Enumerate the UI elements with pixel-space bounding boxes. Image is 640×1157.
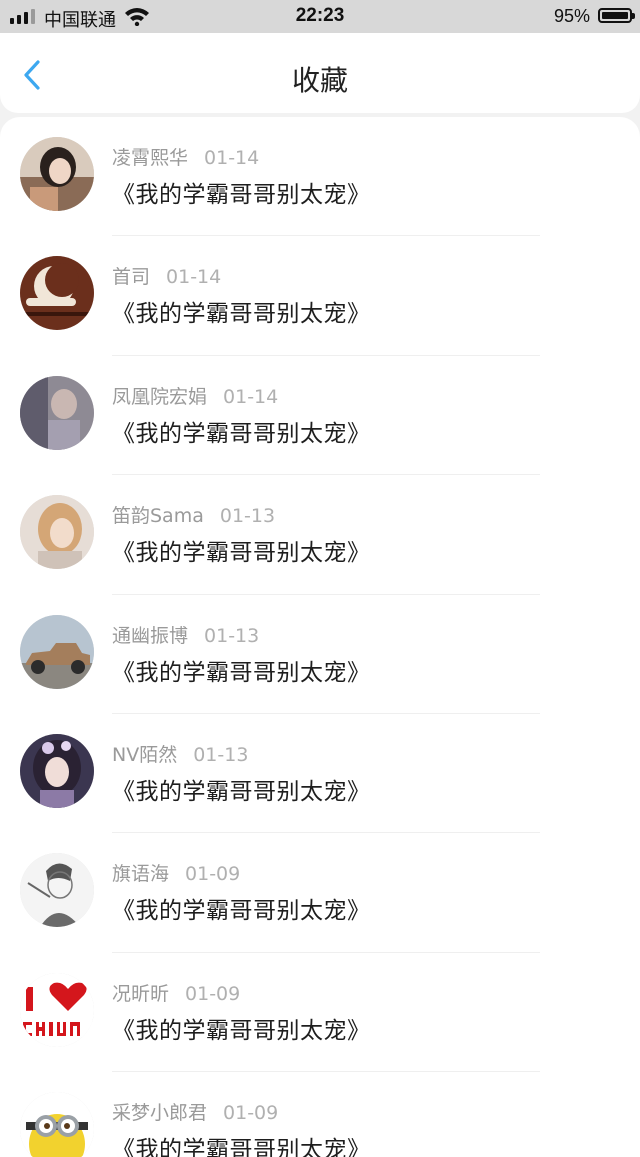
- anime-girl-avatar-icon: [20, 733, 94, 808]
- favorite-date: 01-13: [204, 624, 260, 647]
- status-bar: 中国联通 22:23 95%: [0, 0, 640, 33]
- user-avatar[interactable]: [20, 495, 94, 570]
- user-avatar[interactable]: [20, 614, 94, 689]
- book-title[interactable]: 《我的学霸哥哥别太宠》: [112, 772, 371, 806]
- list-item[interactable]: 采梦小郎君 01-09 《我的学霸哥哥别太宠》: [0, 1072, 640, 1157]
- favorite-date: 01-09: [223, 1102, 279, 1125]
- user-name: 首司: [112, 266, 151, 289]
- clock: 22:23: [295, 5, 345, 26]
- list-item[interactable]: 凤凰院宏娟 01-14 《我的学霸哥哥别太宠》: [0, 356, 640, 476]
- user-avatar[interactable]: [20, 972, 94, 1047]
- moon-emblem-avatar-icon: [20, 256, 94, 331]
- book-title[interactable]: 《我的学霸哥哥别太宠》: [112, 414, 371, 448]
- user-avatar[interactable]: [20, 853, 94, 928]
- i-love-china-avatar-icon: [20, 972, 94, 1047]
- minion-avatar-icon: [20, 1092, 94, 1157]
- user-name: NV陌然: [112, 743, 178, 766]
- blonde-girl-avatar-icon: [20, 495, 94, 570]
- user-name: 通幽振博: [112, 624, 189, 647]
- book-title[interactable]: 《我的学霸哥哥别太宠》: [112, 653, 371, 687]
- page-title: 收藏: [291, 64, 348, 97]
- favorite-date: 01-13: [193, 743, 249, 766]
- user-avatar[interactable]: [20, 1092, 94, 1157]
- list-item[interactable]: NV陌然 01-13 《我的学霸哥哥别太宠》: [0, 714, 640, 834]
- list-item[interactable]: 首司 01-14 《我的学霸哥哥别太宠》: [0, 236, 640, 356]
- user-name: 凤凰院宏娟: [112, 385, 208, 408]
- book-title[interactable]: 《我的学霸哥哥别太宠》: [112, 1011, 371, 1045]
- user-name: 笛韵Sama: [112, 505, 204, 528]
- battery-icon: [598, 8, 635, 23]
- user-avatar[interactable]: [20, 256, 94, 331]
- list-item[interactable]: 笛韵Sama 01-13 《我的学霸哥哥别太宠》: [0, 475, 640, 595]
- muted-portrait-avatar-icon: [20, 375, 94, 450]
- user-avatar[interactable]: [20, 137, 94, 211]
- book-title[interactable]: 《我的学霸哥哥别太宠》: [112, 533, 371, 567]
- book-title[interactable]: 《我的学霸哥哥别太宠》: [112, 175, 371, 209]
- list-item[interactable]: 况昕昕 01-09 《我的学霸哥哥别太宠》: [0, 953, 640, 1073]
- book-title[interactable]: 《我的学霸哥哥别太宠》: [112, 294, 371, 328]
- vintage-car-avatar-icon: [20, 614, 94, 689]
- favorite-date: 01-14: [223, 385, 279, 408]
- favorite-date: 01-14: [166, 266, 222, 289]
- nav-header: 收藏: [0, 33, 640, 113]
- user-name: 采梦小郎君: [112, 1102, 208, 1125]
- list-item[interactable]: 旗语海 01-09 《我的学霸哥哥别太宠》: [0, 833, 640, 953]
- sketch-boy-avatar-icon: [20, 853, 94, 928]
- book-title[interactable]: 《我的学霸哥哥别太宠》: [112, 891, 371, 925]
- user-avatar[interactable]: [20, 375, 94, 450]
- favorite-date: 01-13: [219, 505, 276, 528]
- user-name: 凌霄熙华: [112, 147, 189, 169]
- user-name: 况昕昕: [112, 982, 170, 1005]
- girl-portrait-avatar-icon: [20, 137, 94, 211]
- list-item[interactable]: 通幽振博 01-13 《我的学霸哥哥别太宠》: [0, 595, 640, 714]
- favorites-list: 凌霄熙华 01-14 《我的学霸哥哥别太宠》 首司 01-14 《我的学霸哥哥别太宠…: [0, 117, 640, 1157]
- book-title[interactable]: 《我的学霸哥哥别太宠》: [112, 1130, 371, 1157]
- favorite-date: 01-09: [185, 982, 241, 1005]
- favorite-date: 01-14: [204, 147, 260, 169]
- user-avatar[interactable]: [20, 733, 94, 808]
- user-name: 旗语海: [112, 863, 170, 886]
- favorite-date: 01-09: [185, 863, 241, 886]
- list-item[interactable]: 凌霄熙华 01-14 《我的学霸哥哥别太宠》: [0, 117, 640, 237]
- battery-percentage: 95%: [553, 6, 590, 26]
